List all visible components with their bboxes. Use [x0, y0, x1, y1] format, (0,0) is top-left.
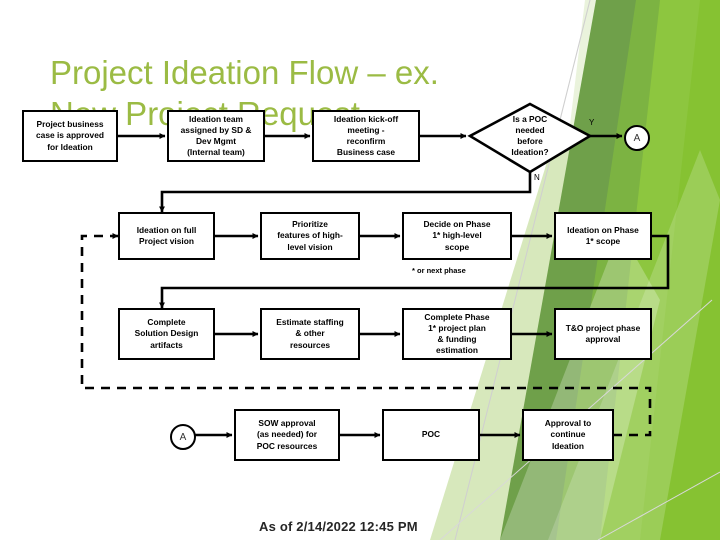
node-approval-continue-ideation[interactable]: Approval to continue Ideation: [522, 409, 614, 461]
node-label: Complete Phase 1* project plan & funding…: [424, 311, 490, 356]
node-ideation-full-project-vision[interactable]: Ideation on full Project vision: [118, 212, 215, 260]
phase-footnote: * or next phase: [412, 266, 466, 275]
arrow-r1-no-to-r2: [159, 172, 532, 213]
node-label: Ideation team assigned by SD & Dev Mgmt …: [180, 113, 252, 158]
node-ideation-team-assigned[interactable]: Ideation team assigned by SD & Dev Mgmt …: [167, 110, 265, 162]
node-label: SOW approval (as needed) for POC resourc…: [256, 418, 318, 451]
connector-a-top[interactable]: A: [624, 125, 650, 151]
node-label: POC: [421, 429, 441, 440]
poc-needed-decision-shape: [467, 102, 593, 174]
node-label: Ideation kick-off meeting - reconfirm Bu…: [333, 113, 399, 158]
as-of-timestamp: As of 2/14/2022 12:45 PM: [259, 519, 418, 534]
node-prioritize-features[interactable]: Prioritize features of high- level visio…: [260, 212, 360, 260]
node-label: Approval to continue Ideation: [544, 418, 592, 451]
node-label: Ideation on full Project vision: [136, 224, 197, 246]
connector-a-bottom[interactable]: A: [170, 424, 196, 450]
node-ideation-phase-scope[interactable]: Ideation on Phase 1* scope: [554, 212, 652, 260]
branch-label-yes: Y: [589, 118, 595, 127]
node-label: Prioritize features of high- level visio…: [277, 219, 343, 252]
node-label: T&O project phase approval: [565, 322, 641, 344]
node-ideation-kickoff[interactable]: Ideation kick-off meeting - reconfirm Bu…: [312, 110, 420, 162]
node-complete-solution-design[interactable]: Complete Solution Design artifacts: [118, 308, 215, 360]
node-estimate-staffing[interactable]: Estimate staffing & other resources: [260, 308, 360, 360]
node-sow-approval[interactable]: SOW approval (as needed) for POC resourc…: [234, 409, 340, 461]
node-label: Estimate staffing & other resources: [276, 317, 344, 350]
node-poc[interactable]: POC: [382, 409, 480, 461]
node-complete-project-plan[interactable]: Complete Phase 1* project plan & funding…: [402, 308, 512, 360]
node-project-business-case[interactable]: Project business case is approved for Id…: [22, 110, 118, 162]
slide-canvas: Project Ideation Flow – ex. New Project …: [0, 0, 720, 540]
node-label: Project business case is approved for Id…: [36, 119, 104, 152]
node-decide-phase-scope[interactable]: Decide on Phase 1* high-level scope: [402, 212, 512, 260]
branch-label-no: N: [534, 173, 540, 182]
node-label: Ideation on Phase 1* scope: [567, 224, 639, 246]
node-label: Decide on Phase 1* high-level scope: [423, 219, 491, 252]
node-label: Complete Solution Design artifacts: [134, 317, 199, 350]
node-to-project-phase-approval[interactable]: T&O project phase approval: [554, 308, 652, 360]
